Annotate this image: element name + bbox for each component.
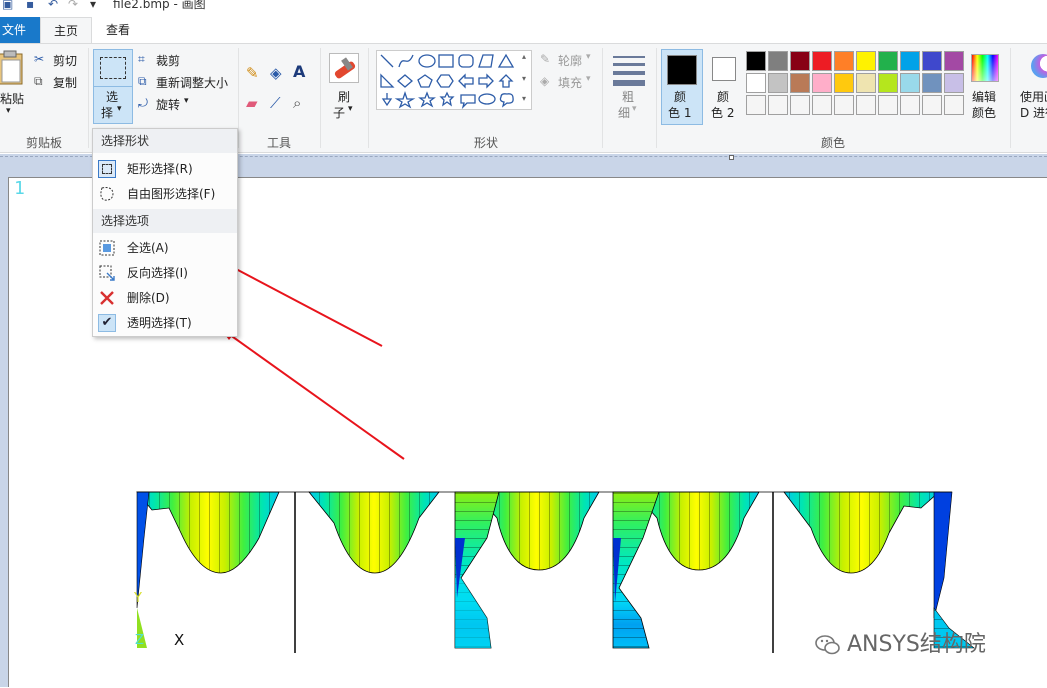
free-select-icon bbox=[100, 187, 114, 201]
rect-select-label: 矩形选择(R) bbox=[127, 162, 193, 176]
menu-item-free-select[interactable]: 自由图形选择(F) bbox=[93, 182, 237, 206]
invert-select-label: 反向选择(I) bbox=[127, 266, 188, 280]
menu-item-delete[interactable]: 删除(D) bbox=[93, 286, 237, 310]
menu-item-select-all[interactable]: 全选(A) bbox=[93, 236, 237, 260]
transparent-select-label: 透明选择(T) bbox=[127, 316, 192, 330]
wechat-icon bbox=[815, 634, 841, 656]
invert-select-icon bbox=[99, 265, 115, 281]
select-dropdown-menu: 选择形状 矩形选择(R) 自由图形选择(F) 选择选项 全选(A) 反向选择(I… bbox=[92, 128, 238, 337]
select-all-icon bbox=[99, 240, 115, 256]
watermark: ANSYS结构院 bbox=[815, 626, 986, 658]
menu-item-rect-select[interactable]: 矩形选择(R) bbox=[93, 157, 237, 181]
annotation-arrows bbox=[193, 246, 405, 460]
watermark-text: ANSYS结构院 bbox=[847, 632, 986, 657]
shape-section-header: 选择形状 bbox=[93, 129, 237, 153]
free-select-label: 自由图形选择(F) bbox=[127, 187, 216, 201]
options-section-header: 选择选项 bbox=[93, 209, 237, 233]
menu-item-invert-select[interactable]: 反向选择(I) bbox=[93, 261, 237, 285]
delete-label: 删除(D) bbox=[127, 291, 170, 305]
select-all-label: 全选(A) bbox=[127, 241, 169, 255]
rect-select-icon bbox=[98, 160, 116, 178]
arrow-to-transparent bbox=[225, 331, 405, 460]
menu-item-transparent-select[interactable]: ✔ 透明选择(T) bbox=[93, 311, 237, 335]
delete-icon bbox=[100, 291, 114, 305]
checkmark-icon: ✔ bbox=[98, 314, 116, 332]
